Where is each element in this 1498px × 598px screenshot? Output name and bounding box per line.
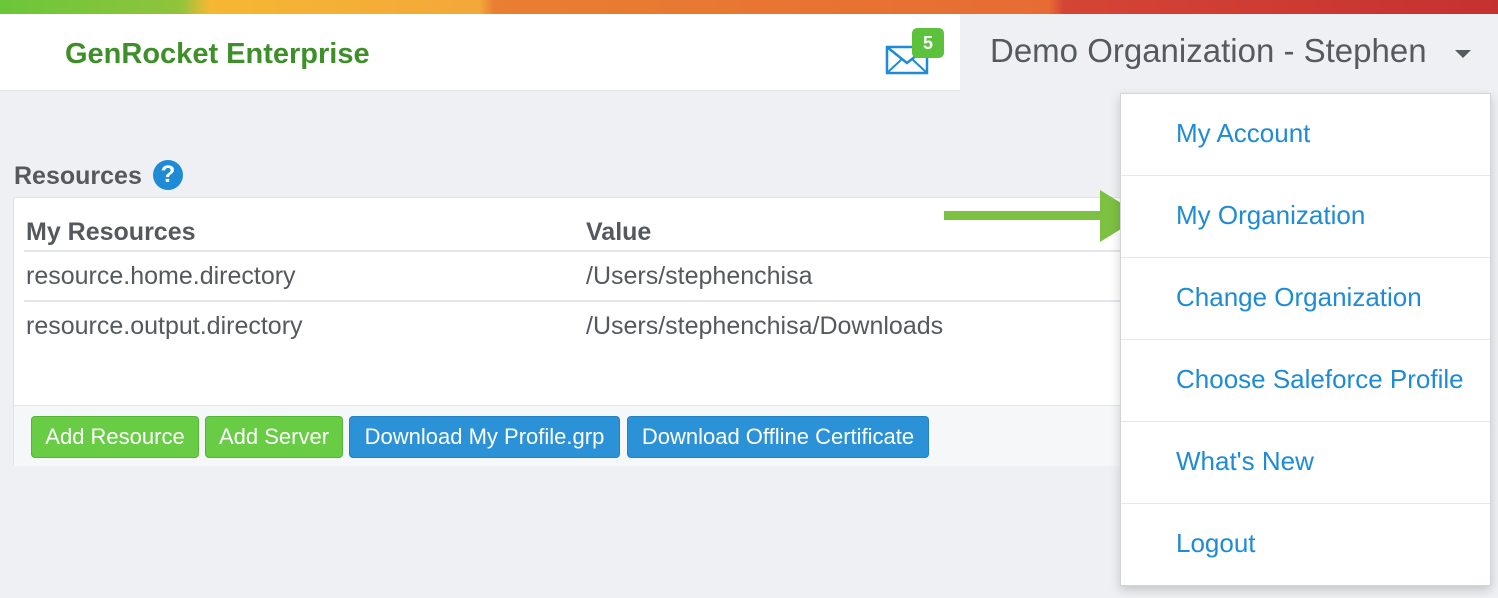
resource-value: /Users/stephenchisa/Downloads	[586, 312, 944, 340]
caret-down-icon	[1455, 50, 1471, 58]
section-title: Resources	[14, 162, 142, 190]
top-header: GenRocket Enterprise 5 Demo Organization…	[0, 14, 1498, 91]
download-profile-button[interactable]: Download My Profile.grp	[349, 416, 620, 458]
user-org-menu[interactable]: Demo Organization - Stephen	[960, 14, 1498, 91]
menu-item-label: My Account	[1176, 118, 1311, 148]
help-icon[interactable]: ?	[153, 160, 183, 190]
menu-item-my-account[interactable]: My Account	[1121, 94, 1490, 176]
column-header-my-resources: My Resources	[26, 218, 196, 246]
mail-count-badge: 5	[912, 28, 944, 58]
table-divider	[24, 250, 1132, 252]
add-server-button[interactable]: Add Server	[205, 416, 343, 458]
menu-item-label: Logout	[1176, 528, 1256, 558]
menu-item-label: Change Organization	[1176, 282, 1422, 312]
table-divider	[24, 300, 1132, 302]
org-user-label: Demo Organization - Stephen	[990, 32, 1427, 69]
menu-item-my-organization[interactable]: My Organization	[1121, 176, 1490, 258]
menu-item-whats-new[interactable]: What's New	[1121, 422, 1490, 504]
menu-item-label: My Organization	[1176, 200, 1366, 230]
add-resource-button[interactable]: Add Resource	[31, 416, 199, 458]
download-certificate-button[interactable]: Download Offline Certificate	[627, 416, 929, 458]
brand-color-bar	[0, 0, 1498, 14]
arrow-right-icon	[944, 190, 1142, 242]
resource-name: resource.home.directory	[26, 262, 296, 290]
brand-logo-text[interactable]: GenRocket Enterprise	[65, 38, 370, 71]
menu-item-label: Choose Saleforce Profile	[1176, 364, 1464, 394]
resource-name: resource.output.directory	[26, 312, 303, 340]
menu-item-logout[interactable]: Logout	[1121, 504, 1490, 586]
resource-value: /Users/stephenchisa	[586, 262, 813, 290]
column-header-value: Value	[586, 218, 652, 246]
user-dropdown-menu: My Account My Organization Change Organi…	[1120, 93, 1491, 586]
menu-item-label: What's New	[1176, 446, 1314, 476]
menu-item-change-organization[interactable]: Change Organization	[1121, 258, 1490, 340]
menu-item-choose-salesforce-profile[interactable]: Choose Saleforce Profile	[1121, 340, 1490, 422]
panel-footer: Add Resource Add Server Download My Prof…	[14, 405, 1132, 466]
